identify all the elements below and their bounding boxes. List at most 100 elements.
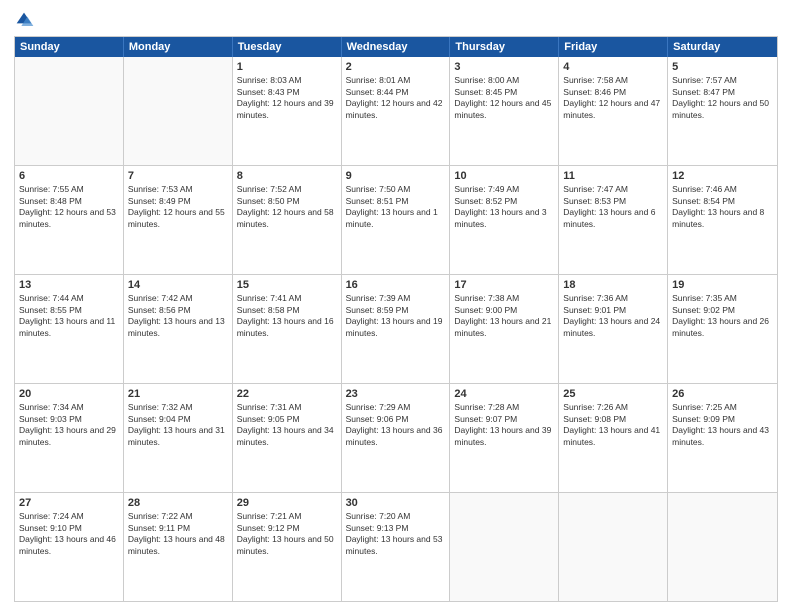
calendar-cell	[15, 57, 124, 165]
cell-text: Sunrise: 7:49 AM Sunset: 8:52 PM Dayligh…	[454, 184, 554, 230]
day-number: 22	[237, 387, 337, 401]
cell-text: Sunrise: 7:21 AM Sunset: 9:12 PM Dayligh…	[237, 511, 337, 557]
calendar-cell: 30Sunrise: 7:20 AM Sunset: 9:13 PM Dayli…	[342, 493, 451, 601]
day-number: 27	[19, 496, 119, 510]
cell-text: Sunrise: 7:42 AM Sunset: 8:56 PM Dayligh…	[128, 293, 228, 339]
cell-text: Sunrise: 7:32 AM Sunset: 9:04 PM Dayligh…	[128, 402, 228, 448]
cell-text: Sunrise: 7:39 AM Sunset: 8:59 PM Dayligh…	[346, 293, 446, 339]
cell-text: Sunrise: 7:38 AM Sunset: 9:00 PM Dayligh…	[454, 293, 554, 339]
calendar-cell: 25Sunrise: 7:26 AM Sunset: 9:08 PM Dayli…	[559, 384, 668, 492]
calendar-cell: 13Sunrise: 7:44 AM Sunset: 8:55 PM Dayli…	[15, 275, 124, 383]
weekday-header: Wednesday	[342, 37, 451, 57]
weekday-header: Tuesday	[233, 37, 342, 57]
day-number: 16	[346, 278, 446, 292]
calendar-row: 27Sunrise: 7:24 AM Sunset: 9:10 PM Dayli…	[15, 492, 777, 601]
day-number: 18	[563, 278, 663, 292]
calendar-cell: 14Sunrise: 7:42 AM Sunset: 8:56 PM Dayli…	[124, 275, 233, 383]
cell-text: Sunrise: 7:55 AM Sunset: 8:48 PM Dayligh…	[19, 184, 119, 230]
logo-icon	[14, 10, 34, 30]
cell-text: Sunrise: 7:44 AM Sunset: 8:55 PM Dayligh…	[19, 293, 119, 339]
day-number: 24	[454, 387, 554, 401]
calendar-header: SundayMondayTuesdayWednesdayThursdayFrid…	[15, 37, 777, 57]
calendar-cell: 6Sunrise: 7:55 AM Sunset: 8:48 PM Daylig…	[15, 166, 124, 274]
calendar-row: 6Sunrise: 7:55 AM Sunset: 8:48 PM Daylig…	[15, 165, 777, 274]
day-number: 12	[672, 169, 773, 183]
calendar-cell: 3Sunrise: 8:00 AM Sunset: 8:45 PM Daylig…	[450, 57, 559, 165]
day-number: 17	[454, 278, 554, 292]
day-number: 30	[346, 496, 446, 510]
calendar-cell: 11Sunrise: 7:47 AM Sunset: 8:53 PM Dayli…	[559, 166, 668, 274]
weekday-header: Thursday	[450, 37, 559, 57]
day-number: 5	[672, 60, 773, 74]
calendar-cell	[668, 493, 777, 601]
day-number: 4	[563, 60, 663, 74]
calendar-cell: 19Sunrise: 7:35 AM Sunset: 9:02 PM Dayli…	[668, 275, 777, 383]
calendar-cell: 26Sunrise: 7:25 AM Sunset: 9:09 PM Dayli…	[668, 384, 777, 492]
day-number: 29	[237, 496, 337, 510]
cell-text: Sunrise: 8:00 AM Sunset: 8:45 PM Dayligh…	[454, 75, 554, 121]
weekday-header: Sunday	[15, 37, 124, 57]
calendar: SundayMondayTuesdayWednesdayThursdayFrid…	[14, 36, 778, 602]
day-number: 26	[672, 387, 773, 401]
weekday-header: Saturday	[668, 37, 777, 57]
cell-text: Sunrise: 7:22 AM Sunset: 9:11 PM Dayligh…	[128, 511, 228, 557]
cell-text: Sunrise: 7:28 AM Sunset: 9:07 PM Dayligh…	[454, 402, 554, 448]
cell-text: Sunrise: 7:36 AM Sunset: 9:01 PM Dayligh…	[563, 293, 663, 339]
calendar-cell: 29Sunrise: 7:21 AM Sunset: 9:12 PM Dayli…	[233, 493, 342, 601]
cell-text: Sunrise: 7:57 AM Sunset: 8:47 PM Dayligh…	[672, 75, 773, 121]
calendar-cell: 16Sunrise: 7:39 AM Sunset: 8:59 PM Dayli…	[342, 275, 451, 383]
cell-text: Sunrise: 7:35 AM Sunset: 9:02 PM Dayligh…	[672, 293, 773, 339]
day-number: 21	[128, 387, 228, 401]
calendar-cell: 23Sunrise: 7:29 AM Sunset: 9:06 PM Dayli…	[342, 384, 451, 492]
calendar-cell: 27Sunrise: 7:24 AM Sunset: 9:10 PM Dayli…	[15, 493, 124, 601]
calendar-body: 1Sunrise: 8:03 AM Sunset: 8:43 PM Daylig…	[15, 57, 777, 601]
cell-text: Sunrise: 7:29 AM Sunset: 9:06 PM Dayligh…	[346, 402, 446, 448]
day-number: 10	[454, 169, 554, 183]
day-number: 8	[237, 169, 337, 183]
cell-text: Sunrise: 7:31 AM Sunset: 9:05 PM Dayligh…	[237, 402, 337, 448]
calendar-cell: 1Sunrise: 8:03 AM Sunset: 8:43 PM Daylig…	[233, 57, 342, 165]
calendar-cell: 15Sunrise: 7:41 AM Sunset: 8:58 PM Dayli…	[233, 275, 342, 383]
calendar-cell	[559, 493, 668, 601]
calendar-cell: 20Sunrise: 7:34 AM Sunset: 9:03 PM Dayli…	[15, 384, 124, 492]
calendar-cell	[450, 493, 559, 601]
calendar-cell: 17Sunrise: 7:38 AM Sunset: 9:00 PM Dayli…	[450, 275, 559, 383]
page: SundayMondayTuesdayWednesdayThursdayFrid…	[0, 0, 792, 612]
calendar-cell	[124, 57, 233, 165]
day-number: 28	[128, 496, 228, 510]
weekday-header: Monday	[124, 37, 233, 57]
day-number: 14	[128, 278, 228, 292]
calendar-cell: 28Sunrise: 7:22 AM Sunset: 9:11 PM Dayli…	[124, 493, 233, 601]
cell-text: Sunrise: 7:58 AM Sunset: 8:46 PM Dayligh…	[563, 75, 663, 121]
day-number: 13	[19, 278, 119, 292]
calendar-cell: 8Sunrise: 7:52 AM Sunset: 8:50 PM Daylig…	[233, 166, 342, 274]
weekday-header: Friday	[559, 37, 668, 57]
logo	[14, 10, 38, 30]
calendar-cell: 2Sunrise: 8:01 AM Sunset: 8:44 PM Daylig…	[342, 57, 451, 165]
cell-text: Sunrise: 7:53 AM Sunset: 8:49 PM Dayligh…	[128, 184, 228, 230]
day-number: 3	[454, 60, 554, 74]
calendar-cell: 22Sunrise: 7:31 AM Sunset: 9:05 PM Dayli…	[233, 384, 342, 492]
header	[14, 10, 778, 30]
day-number: 19	[672, 278, 773, 292]
calendar-cell: 21Sunrise: 7:32 AM Sunset: 9:04 PM Dayli…	[124, 384, 233, 492]
day-number: 23	[346, 387, 446, 401]
cell-text: Sunrise: 7:34 AM Sunset: 9:03 PM Dayligh…	[19, 402, 119, 448]
day-number: 6	[19, 169, 119, 183]
cell-text: Sunrise: 7:26 AM Sunset: 9:08 PM Dayligh…	[563, 402, 663, 448]
calendar-row: 20Sunrise: 7:34 AM Sunset: 9:03 PM Dayli…	[15, 383, 777, 492]
calendar-cell: 9Sunrise: 7:50 AM Sunset: 8:51 PM Daylig…	[342, 166, 451, 274]
day-number: 1	[237, 60, 337, 74]
calendar-cell: 5Sunrise: 7:57 AM Sunset: 8:47 PM Daylig…	[668, 57, 777, 165]
cell-text: Sunrise: 7:52 AM Sunset: 8:50 PM Dayligh…	[237, 184, 337, 230]
cell-text: Sunrise: 7:47 AM Sunset: 8:53 PM Dayligh…	[563, 184, 663, 230]
calendar-row: 1Sunrise: 8:03 AM Sunset: 8:43 PM Daylig…	[15, 57, 777, 165]
cell-text: Sunrise: 7:24 AM Sunset: 9:10 PM Dayligh…	[19, 511, 119, 557]
cell-text: Sunrise: 7:41 AM Sunset: 8:58 PM Dayligh…	[237, 293, 337, 339]
cell-text: Sunrise: 8:03 AM Sunset: 8:43 PM Dayligh…	[237, 75, 337, 121]
day-number: 15	[237, 278, 337, 292]
calendar-cell: 12Sunrise: 7:46 AM Sunset: 8:54 PM Dayli…	[668, 166, 777, 274]
day-number: 11	[563, 169, 663, 183]
calendar-cell: 24Sunrise: 7:28 AM Sunset: 9:07 PM Dayli…	[450, 384, 559, 492]
cell-text: Sunrise: 8:01 AM Sunset: 8:44 PM Dayligh…	[346, 75, 446, 121]
